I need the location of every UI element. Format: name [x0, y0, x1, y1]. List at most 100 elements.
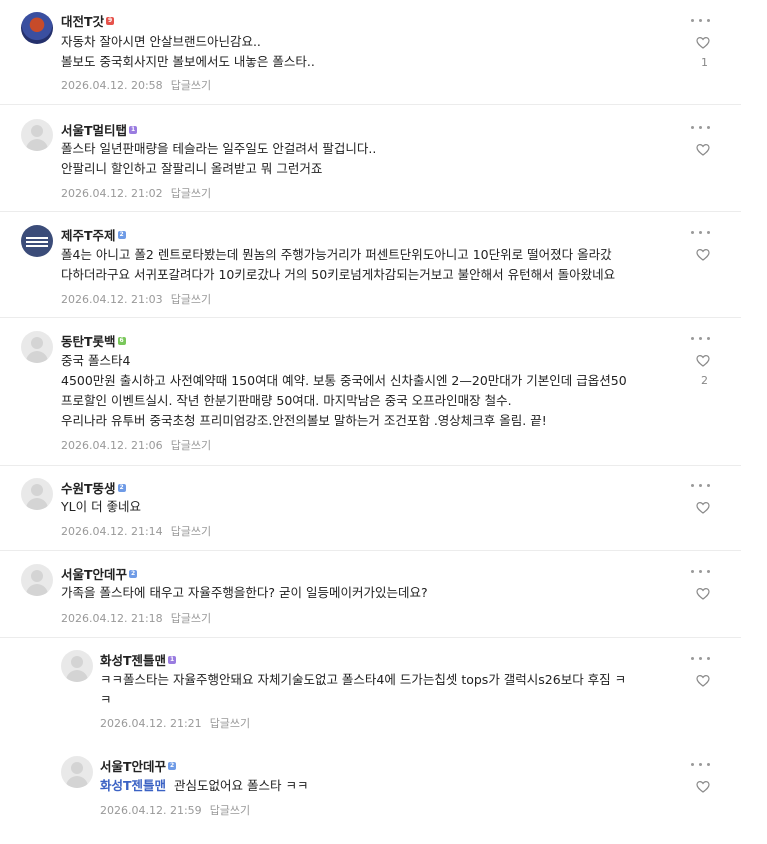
like-heart-icon[interactable]	[696, 143, 710, 157]
comment-date: 2026.04.12. 21:02	[61, 187, 163, 200]
comment-line: 프로할인 이벤트실시. 작년 한분기판매량 50여대. 마지막남은 중국 오프라…	[61, 393, 512, 408]
comment-text: 중국 폴스타4 4500만원 출시하고 사전예약때 150여대 예약. 보통 중…	[61, 351, 721, 431]
avatar[interactable]	[61, 650, 93, 682]
reply-button[interactable]: 답글쓰기	[171, 439, 211, 452]
comment-line: 볼보도 중국회사지만 볼보에서도 내놓은 폴스타..	[61, 54, 315, 69]
comment-author[interactable]: 서울T안데꾸 2	[61, 564, 138, 583]
comment-meta: 2026.04.12. 21:21 답글쓰기	[100, 715, 250, 731]
author-name[interactable]: 서울T안데꾸	[61, 567, 127, 582]
comment-text: 화성T젠틀맨 관심도없어요 폴스타 ㅋㅋ	[100, 776, 710, 796]
comment-date: 2026.04.12. 21:06	[61, 439, 163, 452]
comment-line: ㅋ	[100, 692, 112, 707]
avatar[interactable]	[21, 12, 53, 44]
avatar[interactable]	[21, 478, 53, 510]
comment-author[interactable]: 수원T뚱생 2	[61, 478, 126, 497]
more-options-icon[interactable]	[691, 14, 710, 28]
like-heart-icon[interactable]	[696, 354, 710, 368]
like-count: 1	[701, 56, 708, 69]
comment-line-text: 관심도없어요 폴스타 ㅋㅋ	[174, 778, 309, 793]
comment-meta: 2026.04.12. 21:18 답글쓰기	[61, 610, 211, 626]
like-heart-icon[interactable]	[696, 674, 710, 688]
reply-button[interactable]: 답글쓰기	[171, 525, 211, 538]
level-badge: 2	[168, 762, 177, 770]
comment-line: 폴스타 일년판매량을 테슬라는 일주일도 안걸려서 팔겁니다..	[61, 141, 377, 156]
comment-line: 4500만원 출시하고 사전예약때 150여대 예약. 보통 중국에서 신차출시…	[61, 373, 627, 388]
reply-item: 서울T안데꾸 2 화성T젠틀맨 관심도없어요 폴스타 ㅋㅋ 2026.04.12. …	[0, 745, 741, 835]
comment-item: 서울T안데꾸 2 가족을 폴스타에 태우고 자율주행을한다? 굳이 일등메이커가있…	[0, 551, 741, 638]
comment-date: 2026.04.12. 21:59	[100, 804, 202, 817]
like-heart-icon[interactable]	[696, 780, 710, 794]
comment-text: YL이 더 좋네요	[61, 497, 701, 517]
author-name[interactable]: 서울T멀티탭	[61, 123, 127, 138]
comment-item: 제주T주제 2 폴4는 아니고 폴2 렌트로타봤는데 뭔놈의 주행가능거리가 퍼센…	[0, 212, 741, 318]
level-badge: 2	[117, 484, 126, 492]
author-name[interactable]: 화성T젠틀맨	[100, 653, 166, 668]
comment-date: 2026.04.12. 21:03	[61, 293, 163, 306]
comment-line: 가족을 폴스타에 태우고 자율주행을한다? 굳이 일등메이커가있는데요?	[61, 585, 428, 600]
comment-text: ㅋㅋ폴스타는 자율주행안돼요 자체기술도없고 폴스타4에 드가는칩셋 tops가…	[100, 670, 710, 710]
comment-author[interactable]: 동탄T롯백 6	[61, 331, 126, 350]
comment-author[interactable]: 서울T안데꾸 2	[100, 756, 177, 775]
comment-meta: 2026.04.12. 21:02 답글쓰기	[61, 185, 211, 201]
comment-date: 2026.04.12. 21:18	[61, 612, 163, 625]
comment-author[interactable]: 서울T멀티탭 1	[61, 120, 138, 139]
author-name[interactable]: 대전T갓	[61, 14, 104, 29]
like-heart-icon[interactable]	[696, 248, 710, 262]
reply-button[interactable]: 답글쓰기	[210, 804, 250, 817]
avatar[interactable]	[21, 331, 53, 363]
more-options-icon[interactable]	[691, 226, 710, 240]
reply-button[interactable]: 답글쓰기	[210, 717, 250, 730]
comment-line: 자동차 잘아시면 안살브랜드아닌감요..	[61, 34, 261, 49]
more-options-icon[interactable]	[691, 565, 710, 579]
author-name[interactable]: 동탄T롯백	[61, 334, 116, 349]
comment-author[interactable]: 대전T갓 9	[61, 11, 115, 30]
avatar[interactable]	[21, 225, 53, 257]
more-options-icon[interactable]	[691, 121, 710, 135]
author-name[interactable]: 수원T뚱생	[61, 481, 116, 496]
level-badge: 1	[168, 656, 177, 664]
more-options-icon[interactable]	[691, 479, 710, 493]
reply-button[interactable]: 답글쓰기	[171, 612, 211, 625]
reply-button[interactable]: 답글쓰기	[171, 79, 211, 92]
comment-line: 폴4는 아니고 폴2 렌트로타봤는데 뭔놈의 주행가능거리가 퍼센트단위도아니고…	[61, 247, 612, 262]
reply-button[interactable]: 답글쓰기	[171, 187, 211, 200]
author-name[interactable]: 서울T안데꾸	[100, 759, 166, 774]
avatar[interactable]	[21, 119, 53, 151]
comment-item: 동탄T롯백 6 중국 폴스타4 4500만원 출시하고 사전예약때 150여대 예…	[0, 318, 741, 466]
more-options-icon[interactable]	[691, 758, 710, 772]
like-heart-icon[interactable]	[696, 36, 710, 50]
like-heart-icon[interactable]	[696, 587, 710, 601]
comment-meta: 2026.04.12. 21:59 답글쓰기	[100, 802, 250, 818]
like-count: 2	[701, 374, 708, 387]
level-badge: 1	[129, 126, 138, 134]
comment-line: 중국 폴스타4	[61, 353, 131, 368]
comment-text: 폴스타 일년판매량을 테슬라는 일주일도 안걸려서 팔겁니다.. 안팔리니 할인…	[61, 139, 701, 179]
comment-meta: 2026.04.12. 20:58 답글쓰기	[61, 77, 211, 93]
level-badge: 9	[106, 17, 115, 25]
reply-button[interactable]: 답글쓰기	[171, 293, 211, 306]
comment-item: 대전T갓 9 자동차 잘아시면 안살브랜드아닌감요.. 볼보도 중국회사지만 볼보…	[0, 0, 741, 105]
more-options-icon[interactable]	[691, 332, 710, 346]
comment-line: 안팔리니 할인하고 잘팔리니 올려받고 뭐 그런거죠	[61, 161, 323, 176]
comment-meta: 2026.04.12. 21:06 답글쓰기	[61, 437, 211, 453]
like-heart-icon[interactable]	[696, 501, 710, 515]
author-name[interactable]: 제주T주제	[61, 228, 116, 243]
comment-text: 자동차 잘아시면 안살브랜드아닌감요.. 볼보도 중국회사지만 볼보에서도 내놓…	[61, 32, 701, 72]
comment-date: 2026.04.12. 21:14	[61, 525, 163, 538]
comment-text: 폴4는 아니고 폴2 렌트로타봤는데 뭔놈의 주행가능거리가 퍼센트단위도아니고…	[61, 245, 721, 285]
mention-link[interactable]: 화성T젠틀맨	[100, 778, 166, 793]
level-badge: 6	[117, 337, 126, 345]
comment-author[interactable]: 화성T젠틀맨 1	[100, 650, 177, 669]
comment-line: ㅋㅋ폴스타는 자율주행안돼요 자체기술도없고 폴스타4에 드가는칩셋 tops가…	[100, 672, 627, 687]
more-options-icon[interactable]	[691, 652, 710, 666]
comment-line: 우리나라 유투버 중국초청 프리미엄강조.안전의볼보 말하는거 조건포함 .영상…	[61, 413, 547, 428]
comment-author[interactable]: 제주T주제 2	[61, 225, 126, 244]
level-badge: 2	[129, 570, 138, 578]
comment-item: 수원T뚱생 2 YL이 더 좋네요 2026.04.12. 21:14 답글쓰기	[0, 466, 741, 551]
comment-item: 서울T멀티탭 1 폴스타 일년판매량을 테슬라는 일주일도 안걸려서 팔겁니다..…	[0, 105, 741, 212]
comment-date: 2026.04.12. 20:58	[61, 79, 163, 92]
avatar[interactable]	[61, 756, 93, 788]
level-badge: 2	[117, 231, 126, 239]
avatar[interactable]	[21, 564, 53, 596]
reply-item: 화성T젠틀맨 1 ㅋㅋ폴스타는 자율주행안돼요 자체기술도없고 폴스타4에 드가는…	[0, 638, 741, 738]
